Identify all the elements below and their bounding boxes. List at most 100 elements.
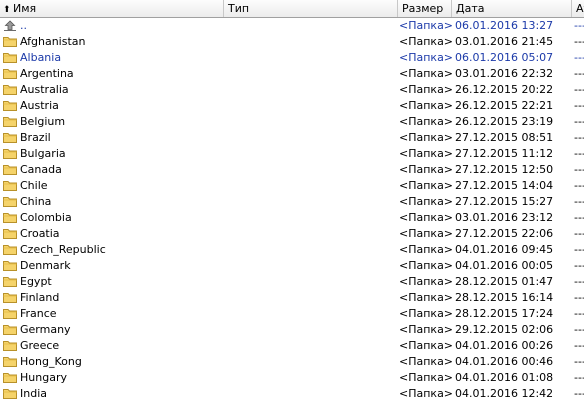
file-name: China	[20, 195, 52, 208]
folder-icon	[3, 356, 17, 367]
file-name: Czech_Republic	[20, 243, 106, 256]
size-cell: <Папка>	[399, 179, 452, 192]
size-cell: <Папка>	[399, 83, 452, 96]
name-cell[interactable]: Bulgaria	[3, 146, 223, 162]
table-row[interactable]: .. <Папка>06.01.2016 13:27 ----	[0, 18, 584, 34]
folder-icon	[3, 308, 17, 319]
table-row[interactable]: Hungary <Папка>04.01.2016 01:08 ----	[0, 370, 584, 386]
date-cell: 28.12.2015 16:14	[455, 291, 554, 304]
size-cell: <Папка>	[399, 211, 452, 224]
attr-cell: ----	[574, 355, 584, 368]
file-name: Albania	[20, 51, 62, 64]
size-cell: <Папка>	[399, 275, 452, 288]
name-cell[interactable]: Egypt	[3, 274, 223, 290]
name-cell[interactable]: Finland	[3, 290, 223, 306]
name-cell[interactable]: Brazil	[3, 130, 223, 146]
table-row[interactable]: Argentina <Папка>03.01.2016 22:32 ----	[0, 66, 584, 82]
date-cell: 04.01.2016 01:08	[455, 371, 554, 384]
column-type-header[interactable]: Тип	[224, 0, 398, 17]
table-row[interactable]: Bulgaria <Папка>27.12.2015 11:12 ----	[0, 146, 584, 162]
column-size-header[interactable]: Размер	[398, 0, 452, 17]
name-cell[interactable]: China	[3, 194, 223, 210]
size-cell: <Папка>	[399, 131, 452, 144]
attr-cell: ----	[574, 83, 584, 96]
date-cell: 28.12.2015 17:24	[455, 307, 554, 320]
attr-cell: ----	[574, 195, 584, 208]
file-name: Austria	[20, 99, 59, 112]
up-folder-icon	[3, 20, 17, 31]
table-row[interactable]: Austria <Папка>26.12.2015 22:21 ----	[0, 98, 584, 114]
table-row[interactable]: India <Папка>04.01.2016 12:42 ----	[0, 386, 584, 402]
table-row[interactable]: France <Папка>28.12.2015 17:24 ----	[0, 306, 584, 322]
name-cell[interactable]: Hong_Kong	[3, 354, 223, 370]
column-attr-header[interactable]: Атри	[572, 0, 584, 17]
date-cell: 26.12.2015 20:22	[455, 83, 554, 96]
name-cell[interactable]: Belgium	[3, 114, 223, 130]
table-row[interactable]: Hong_Kong <Папка>04.01.2016 00:46 ----	[0, 354, 584, 370]
folder-icon	[3, 388, 17, 399]
name-cell[interactable]: Albania	[3, 50, 223, 66]
name-cell[interactable]: Afghanistan	[3, 34, 223, 50]
name-cell[interactable]: Argentina	[3, 66, 223, 82]
table-row[interactable]: Albania <Папка>06.01.2016 05:07 ----	[0, 50, 584, 66]
table-row[interactable]: Greece <Папка>04.01.2016 00:26 ----	[0, 338, 584, 354]
name-cell[interactable]: Austria	[3, 98, 223, 114]
file-name: Australia	[20, 83, 69, 96]
name-cell[interactable]: Czech_Republic	[3, 242, 223, 258]
file-name: Belgium	[20, 115, 66, 128]
name-cell[interactable]: France	[3, 306, 223, 322]
table-row[interactable]: Finland <Папка>28.12.2015 16:14 ----	[0, 290, 584, 306]
name-cell[interactable]: Hungary	[3, 370, 223, 386]
table-row[interactable]: Canada <Папка>27.12.2015 12:50 ----	[0, 162, 584, 178]
attr-cell: ----	[574, 51, 584, 64]
attr-cell: ----	[574, 211, 584, 224]
sort-up-arrow-icon: ⬆	[3, 5, 11, 15]
table-row[interactable]: China <Папка>27.12.2015 15:27 ----	[0, 194, 584, 210]
name-cell[interactable]: Colombia	[3, 210, 223, 226]
table-row[interactable]: Chile <Папка>27.12.2015 14:04 ----	[0, 178, 584, 194]
attr-cell: ----	[574, 227, 584, 240]
table-row[interactable]: Afghanistan <Папка>03.01.2016 21:45 ----	[0, 34, 584, 50]
table-row[interactable]: Germany <Папка>29.12.2015 02:06 ----	[0, 322, 584, 338]
size-cell: <Папка>	[399, 67, 452, 80]
size-cell: <Папка>	[399, 291, 452, 304]
name-cell[interactable]: Australia	[3, 82, 223, 98]
name-cell[interactable]: Chile	[3, 178, 223, 194]
table-row[interactable]: Denmark <Папка>04.01.2016 00:05 ----	[0, 258, 584, 274]
attr-cell: ----	[574, 131, 584, 144]
size-cell: <Папка>	[399, 163, 452, 176]
attr-cell: ----	[574, 67, 584, 80]
name-cell[interactable]: Germany	[3, 322, 223, 338]
name-cell[interactable]: Canada	[3, 162, 223, 178]
folder-icon	[3, 68, 17, 79]
date-cell: 28.12.2015 01:47	[455, 275, 554, 288]
attr-cell: ----	[574, 275, 584, 288]
file-name: Argentina	[20, 67, 74, 80]
file-name: Canada	[20, 163, 62, 176]
name-cell[interactable]: Croatia	[3, 226, 223, 242]
folder-icon	[3, 244, 17, 255]
size-cell: <Папка>	[399, 51, 452, 64]
date-cell: 04.01.2016 00:46	[455, 355, 554, 368]
file-name: Germany	[20, 323, 71, 336]
column-name-header[interactable]: ⬆ Имя	[0, 0, 224, 17]
name-cell[interactable]: India	[3, 386, 223, 402]
size-cell: <Папка>	[399, 115, 452, 128]
table-row[interactable]: Croatia <Папка>27.12.2015 22:06 ----	[0, 226, 584, 242]
size-cell: <Папка>	[399, 355, 452, 368]
table-row[interactable]: Brazil <Папка>27.12.2015 08:51 ----	[0, 130, 584, 146]
file-name: Egypt	[20, 275, 52, 288]
name-cell[interactable]: ..	[3, 18, 223, 34]
table-row[interactable]: Czech_Republic <Папка>04.01.2016 09:45 ---…	[0, 242, 584, 258]
file-name: Hungary	[20, 371, 67, 384]
table-row[interactable]: Australia <Папка>26.12.2015 20:22 ----	[0, 82, 584, 98]
table-row[interactable]: Egypt <Папка>28.12.2015 01:47 ----	[0, 274, 584, 290]
attr-cell: ----	[574, 387, 584, 400]
name-cell[interactable]: Denmark	[3, 258, 223, 274]
column-date-header[interactable]: Дата	[452, 0, 572, 17]
name-cell[interactable]: Greece	[3, 338, 223, 354]
table-row[interactable]: Colombia <Папка>03.01.2016 23:12 ----	[0, 210, 584, 226]
folder-icon	[3, 260, 17, 271]
size-cell: <Папка>	[399, 147, 452, 160]
table-row[interactable]: Belgium <Папка>26.12.2015 23:19 ----	[0, 114, 584, 130]
